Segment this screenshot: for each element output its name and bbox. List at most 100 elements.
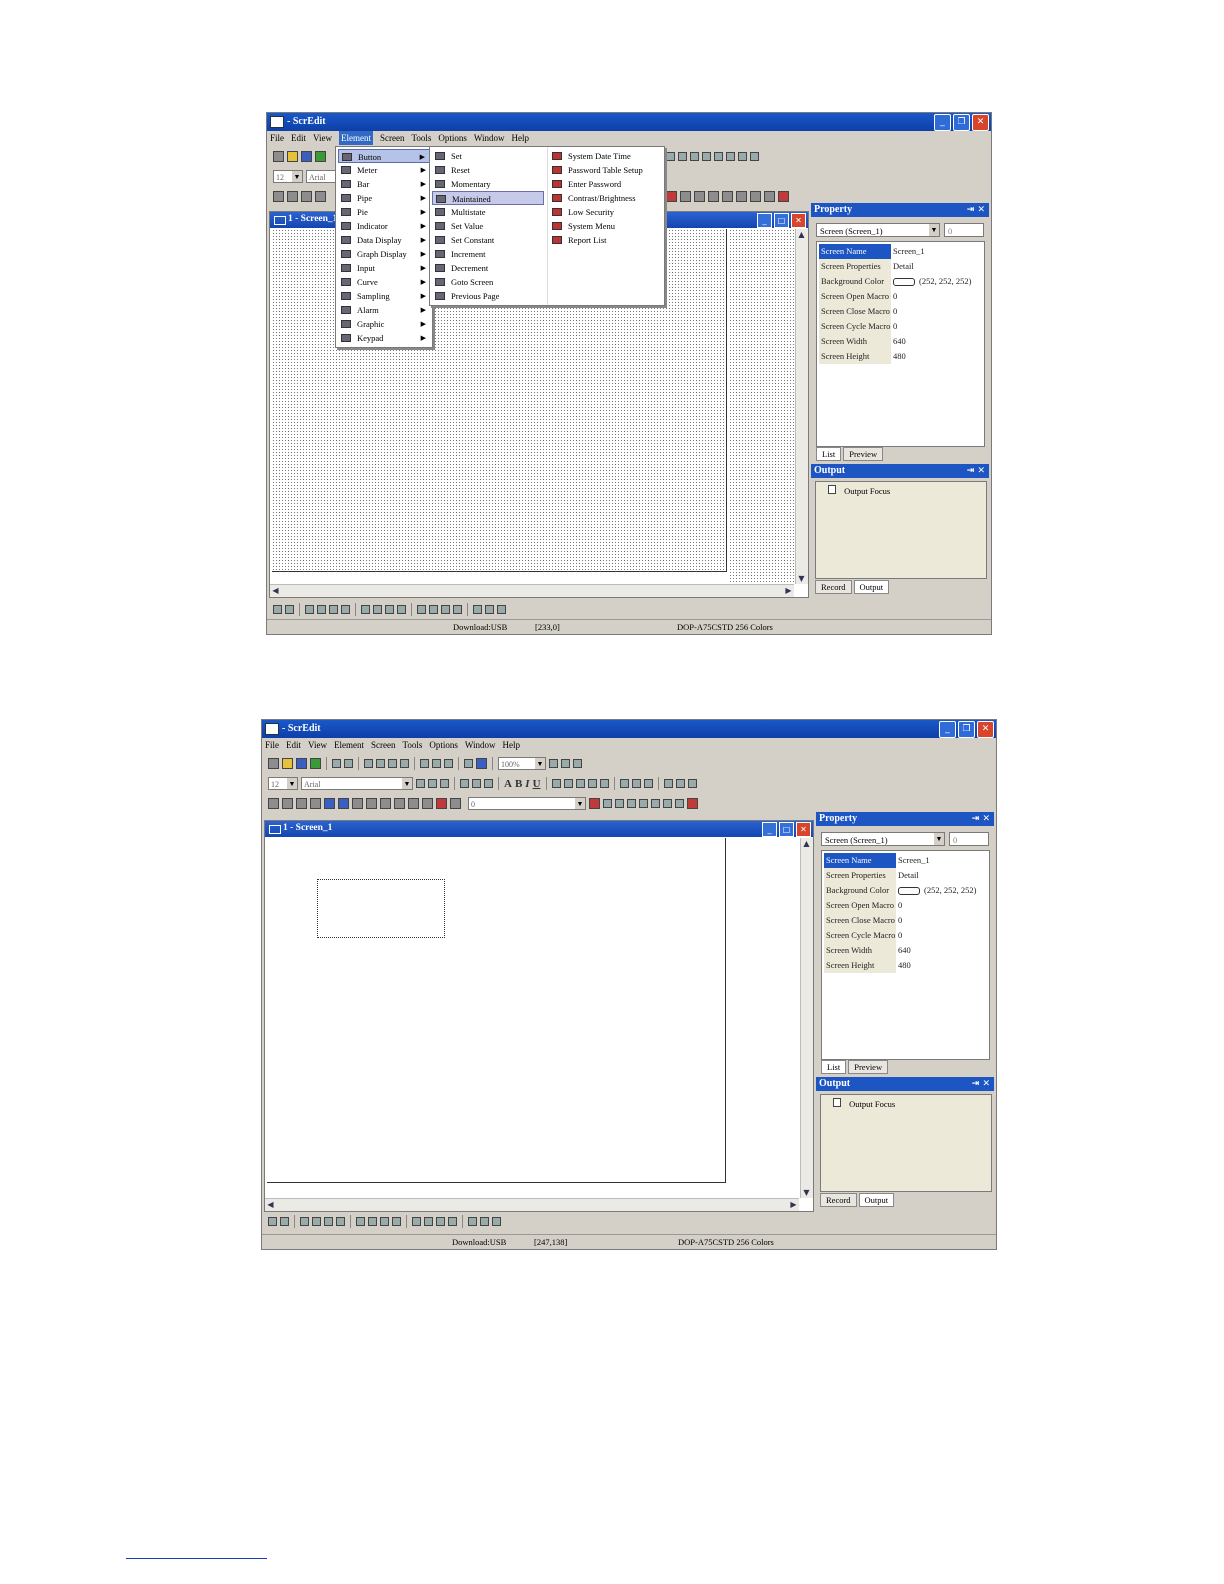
menu-item-graph-display[interactable]: Graph Display ▶ — [338, 247, 430, 261]
submenu-item-set-constant[interactable]: Set Constant — [432, 233, 544, 247]
font-name-combo[interactable]: Arial ▼ — [301, 777, 413, 790]
new-file-icon[interactable] — [268, 758, 279, 769]
save-icon[interactable] — [296, 758, 307, 769]
scroll-right-icon[interactable]: ▶ — [788, 1199, 799, 1210]
tab-output[interactable]: Output — [858, 1193, 895, 1207]
submenu-item-previous-page[interactable]: Previous Page — [432, 289, 544, 303]
property-row[interactable]: Screen Width 640 — [824, 943, 975, 958]
tool-icon[interactable] — [453, 605, 462, 614]
submenu-item-maintained[interactable]: Maintained — [432, 191, 544, 205]
tool-icon[interactable] — [480, 1217, 489, 1226]
minimize-button[interactable]: _ — [934, 114, 951, 131]
submenu-item-system-menu[interactable]: System Menu — [549, 219, 662, 233]
tool-icon[interactable] — [666, 191, 677, 202]
scroll-up-icon[interactable]: ▲ — [796, 229, 807, 240]
child-minimize-button[interactable]: _ — [762, 822, 777, 837]
tool-icon[interactable] — [268, 1217, 277, 1226]
pin-close-icon[interactable]: ⇥ ✕ — [972, 812, 990, 826]
align-icon[interactable] — [714, 152, 723, 161]
underline-button[interactable]: U — [533, 778, 541, 790]
zoom-in-icon[interactable] — [549, 759, 558, 768]
close-button[interactable]: ✕ — [972, 114, 989, 131]
tool-icon[interactable] — [436, 1217, 445, 1226]
submenu-item-set[interactable]: Set — [432, 149, 544, 163]
tool-icon[interactable] — [675, 799, 684, 808]
pin-close-icon[interactable]: ⇥ ✕ — [972, 1077, 990, 1091]
minimize-button[interactable]: _ — [939, 721, 956, 738]
menu-help[interactable]: Help — [503, 738, 521, 752]
zoom-combo[interactable]: 100% ▼ — [498, 757, 546, 770]
new-file-icon[interactable] — [273, 151, 284, 162]
tool-icon[interactable] — [750, 191, 761, 202]
property-row[interactable]: Screen Name Screen_1 — [819, 244, 970, 259]
arrow-updown-icon[interactable] — [472, 779, 481, 788]
tool-icon[interactable] — [336, 1217, 345, 1226]
property-row[interactable]: Screen Height 480 — [819, 349, 970, 364]
property-row[interactable]: Screen Close Macro 0 — [824, 913, 975, 928]
tab-list[interactable]: List — [821, 1060, 847, 1074]
align-icon[interactable] — [666, 152, 675, 161]
menu-help[interactable]: Help — [512, 131, 530, 145]
tab-list[interactable]: List — [816, 447, 842, 461]
property-row[interactable]: Screen Width 640 — [819, 334, 970, 349]
copy-icon[interactable] — [376, 759, 385, 768]
submenu-item-report-list[interactable]: Report List — [549, 233, 662, 247]
property-row[interactable]: Background Color (252, 252, 252) — [824, 883, 976, 898]
menu-edit[interactable]: Edit — [286, 738, 301, 752]
menu-edit[interactable]: Edit — [291, 131, 306, 145]
submenu-item-goto-screen[interactable]: Goto Screen — [432, 275, 544, 289]
redo-icon[interactable] — [344, 759, 353, 768]
object-selector[interactable]: Screen (Screen_1) ▼ — [816, 223, 940, 237]
meter-tool-icon[interactable] — [287, 191, 298, 202]
menu-item-button[interactable]: Button ▶ — [338, 149, 430, 163]
menu-item-alarm[interactable]: Alarm ▶ — [338, 303, 430, 317]
tool-icon[interactable] — [324, 1217, 333, 1226]
menu-view[interactable]: View — [313, 131, 332, 145]
menu-item-keypad[interactable]: Keypad ▶ — [338, 331, 430, 345]
tool-icon[interactable] — [273, 605, 282, 614]
graph-display-tool-icon[interactable] — [366, 798, 377, 809]
property-row[interactable]: Screen Properties Detail — [819, 259, 970, 274]
tool-icon[interactable] — [651, 799, 660, 808]
tool-icon[interactable] — [397, 605, 406, 614]
submenu-item-decrement[interactable]: Decrement — [432, 261, 544, 275]
menu-element[interactable]: Element — [338, 131, 373, 145]
tool-icon[interactable] — [329, 605, 338, 614]
align-icon[interactable] — [631, 779, 641, 788]
scroll-down-icon[interactable]: ▼ — [796, 573, 807, 584]
align-icon[interactable] — [702, 152, 711, 161]
download-icon[interactable] — [310, 758, 321, 769]
pipe-tool-icon[interactable] — [310, 798, 321, 809]
tool-icon[interactable] — [285, 605, 294, 614]
tab-output[interactable]: Output — [853, 580, 890, 594]
undo-icon[interactable] — [332, 759, 341, 768]
font-name-combo[interactable]: Arial — [306, 170, 336, 183]
menu-item-curve[interactable]: Curve ▶ — [338, 275, 430, 289]
button-tool-icon[interactable] — [268, 798, 279, 809]
menu-file[interactable]: File — [265, 738, 279, 752]
menu-tools[interactable]: Tools — [411, 131, 431, 145]
fill-icon[interactable] — [563, 779, 573, 788]
tool-icon[interactable] — [708, 191, 719, 202]
tool-icon[interactable] — [361, 605, 370, 614]
tool-icon[interactable] — [448, 1217, 457, 1226]
index-spinner[interactable]: 0 — [949, 832, 989, 846]
scroll-left-icon[interactable]: ◀ — [265, 1199, 276, 1210]
scroll-right-icon[interactable]: ▶ — [783, 585, 794, 596]
arrow-down-icon[interactable] — [484, 779, 493, 788]
close-button[interactable]: ✕ — [977, 721, 994, 738]
tool-icon[interactable] — [687, 798, 698, 809]
pipe-tool-icon[interactable] — [315, 191, 326, 202]
align-icon[interactable] — [587, 779, 597, 788]
submenu-item-low-security[interactable]: Low Security — [549, 205, 662, 219]
child-minimize-button[interactable]: _ — [757, 213, 772, 228]
tab-preview[interactable]: Preview — [848, 1060, 889, 1074]
menu-window[interactable]: Window — [474, 131, 505, 145]
font-size-combo[interactable]: 12 ▼ — [273, 170, 303, 183]
align-icon[interactable] — [750, 152, 759, 161]
tool-icon[interactable] — [429, 605, 438, 614]
pen-icon[interactable] — [551, 779, 561, 788]
tool-icon[interactable] — [385, 605, 394, 614]
tab-preview[interactable]: Preview — [843, 447, 884, 461]
save-icon[interactable] — [301, 151, 312, 162]
